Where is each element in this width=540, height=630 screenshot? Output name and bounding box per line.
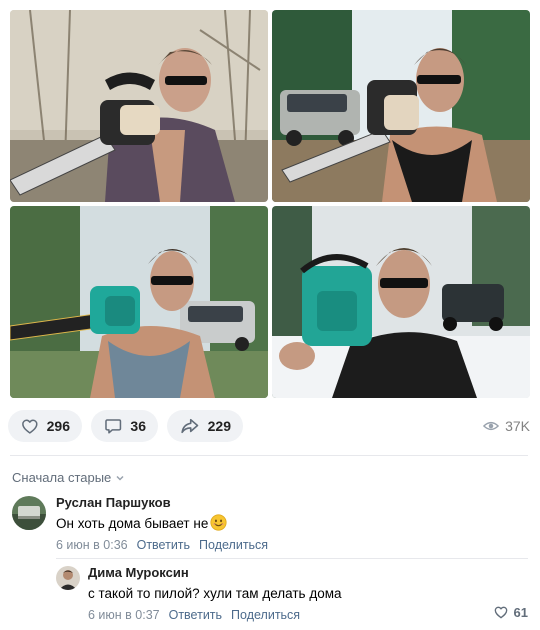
avatar[interactable] (56, 566, 80, 590)
share-count: 229 (207, 418, 231, 434)
post-actions: 296 36 229 37K (8, 410, 530, 442)
comment: Руслан Паршуков Он хоть дома бывает не 6… (12, 494, 528, 556)
comment-text: Он хоть дома бывает не (56, 514, 528, 534)
comment-body: Руслан Паршуков Он хоть дома бывает не 6… (56, 494, 528, 553)
divider (10, 455, 528, 456)
comment-reply: Дима Муроксин с такой то пилой? хули там… (56, 564, 528, 628)
share-link[interactable]: Поделиться (231, 608, 300, 622)
smile-emoji-icon (210, 514, 227, 531)
comment-icon (105, 419, 122, 434)
like-count: 296 (46, 418, 70, 434)
photo-1[interactable] (10, 10, 268, 202)
photo-3[interactable] (10, 206, 268, 398)
heart-icon (494, 606, 507, 619)
comment-text-content: Он хоть дома бывает не (56, 516, 209, 531)
share-arrow-icon (181, 418, 199, 434)
views-count: 37K (505, 418, 530, 434)
views-counter: 37K (482, 417, 530, 435)
chevron-down-icon (116, 475, 124, 481)
comment-text: с такой то пилой? хули там делать дома (88, 586, 342, 601)
comment-date[interactable]: 6 июн в 0:37 (88, 608, 160, 622)
comment-author[interactable]: Дима Муроксин (88, 564, 528, 582)
comment-date[interactable]: 6 июн в 0:36 (56, 538, 128, 552)
reply-link[interactable]: Ответить (169, 608, 222, 622)
share-link[interactable]: Поделиться (199, 538, 268, 552)
comment-like-count: 61 (513, 604, 528, 620)
comment-divider (56, 558, 528, 559)
comment-button[interactable]: 36 (91, 410, 158, 442)
photo-2[interactable] (272, 10, 530, 202)
comment-author[interactable]: Руслан Паршуков (56, 494, 528, 512)
eye-icon (482, 421, 500, 431)
photo-4[interactable] (272, 206, 530, 398)
comment-body: Дима Муроксин с такой то пилой? хули там… (88, 564, 528, 623)
avatar[interactable] (12, 496, 46, 530)
comment-meta: 6 июн в 0:36 Ответить Поделиться (56, 537, 528, 553)
photo-grid (10, 10, 530, 398)
like-button[interactable]: 296 (8, 410, 82, 442)
comment-count: 36 (130, 418, 146, 434)
heart-icon (22, 419, 38, 434)
comments-sort-dropdown[interactable]: Сначала старые (12, 470, 125, 485)
comment-meta: 6 июн в 0:37 Ответить Поделиться (88, 607, 528, 623)
sort-label: Сначала старые (12, 470, 112, 485)
comment-like-button[interactable]: 61 (493, 604, 528, 620)
share-button[interactable]: 229 (167, 410, 243, 442)
reply-link[interactable]: Ответить (137, 538, 190, 552)
